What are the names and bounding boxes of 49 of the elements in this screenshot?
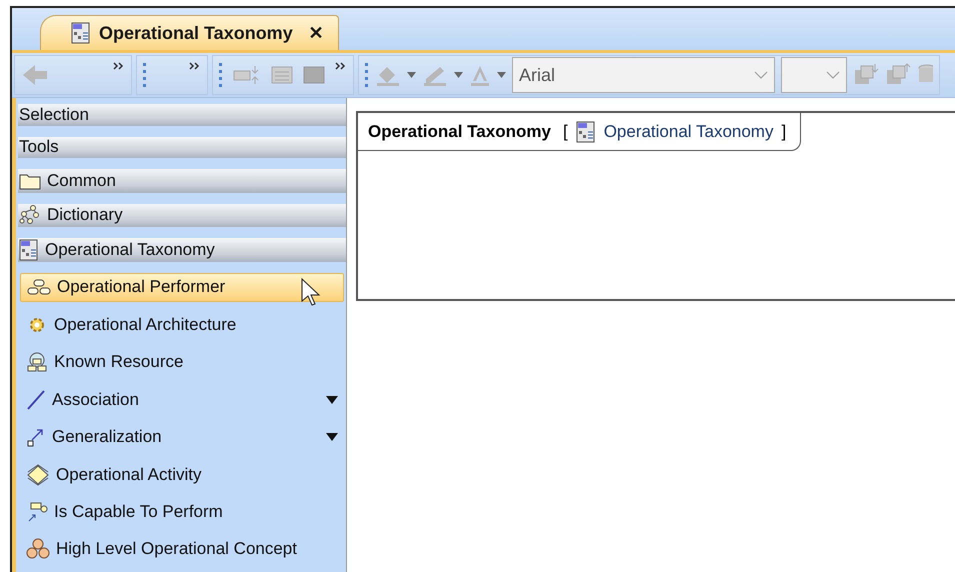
grid-icon[interactable] bbox=[271, 66, 293, 84]
palette-tool[interactable]: Generalization bbox=[20, 422, 344, 452]
palette-group-header[interactable]: Operational Taxonomy bbox=[18, 238, 346, 262]
palette-tool[interactable]: Operational Architecture bbox=[20, 310, 344, 340]
font-size-field[interactable] bbox=[781, 57, 847, 93]
chevron-icon[interactable] bbox=[826, 71, 840, 79]
folder-icon bbox=[19, 172, 41, 190]
bracket: [ bbox=[562, 122, 568, 142]
palette-group-header[interactable]: Dictionary bbox=[18, 204, 346, 228]
overflow-icon[interactable] bbox=[113, 62, 125, 70]
overflow-icon[interactable] bbox=[335, 62, 347, 70]
palette-tool[interactable]: Operational Activity bbox=[20, 460, 344, 490]
palette-tool[interactable]: Known Resource bbox=[20, 348, 344, 377]
chevron-icon[interactable] bbox=[754, 71, 768, 79]
palette-section-header[interactable]: Tools bbox=[18, 136, 346, 158]
capability-icon bbox=[26, 500, 48, 523]
concept-icon bbox=[26, 538, 50, 560]
palette-tool[interactable]: High Level Operational Concept bbox=[20, 534, 344, 564]
grip-icon[interactable] bbox=[219, 62, 223, 88]
back-arrow-icon[interactable] bbox=[21, 63, 49, 87]
diagram-name: Operational Taxonomy bbox=[368, 122, 551, 142]
grip-icon[interactable] bbox=[143, 62, 147, 88]
overflow-icon[interactable] bbox=[189, 62, 201, 70]
line-icon bbox=[26, 388, 46, 411]
grip-icon[interactable] bbox=[365, 62, 369, 88]
bracket: ] bbox=[781, 122, 786, 142]
diagram-icon bbox=[19, 238, 39, 261]
performer-icon bbox=[27, 278, 51, 296]
resize-icon[interactable] bbox=[233, 65, 261, 85]
caret-icon[interactable] bbox=[407, 72, 416, 78]
diagram-icon bbox=[576, 120, 596, 142]
dropdown-caret-icon[interactable] bbox=[326, 396, 338, 404]
caret-icon[interactable] bbox=[454, 72, 463, 78]
dropdown-caret-icon[interactable] bbox=[326, 433, 338, 442]
diagram-icon bbox=[71, 22, 91, 44]
close-button[interactable]: ✕ bbox=[308, 22, 324, 44]
diagram-tab[interactable]: Operational Taxonomy ✕ bbox=[40, 15, 339, 50]
palette-tool[interactable]: Is Capable To Perform bbox=[20, 497, 344, 527]
diagram-type-label: Operational Taxonomy bbox=[604, 122, 774, 142]
font-field[interactable]: Arial bbox=[512, 57, 775, 93]
palette-tool[interactable]: Association bbox=[20, 384, 344, 414]
tree-icon bbox=[19, 205, 41, 226]
resource-icon bbox=[26, 351, 48, 374]
image-icon[interactable] bbox=[303, 66, 325, 84]
palette-section-header[interactable]: Selection bbox=[18, 104, 346, 126]
activity-icon bbox=[26, 464, 50, 486]
palette-group-header[interactable]: Common bbox=[18, 169, 346, 193]
caret-icon[interactable] bbox=[497, 72, 506, 78]
mouse-pointer-icon bbox=[301, 278, 321, 306]
